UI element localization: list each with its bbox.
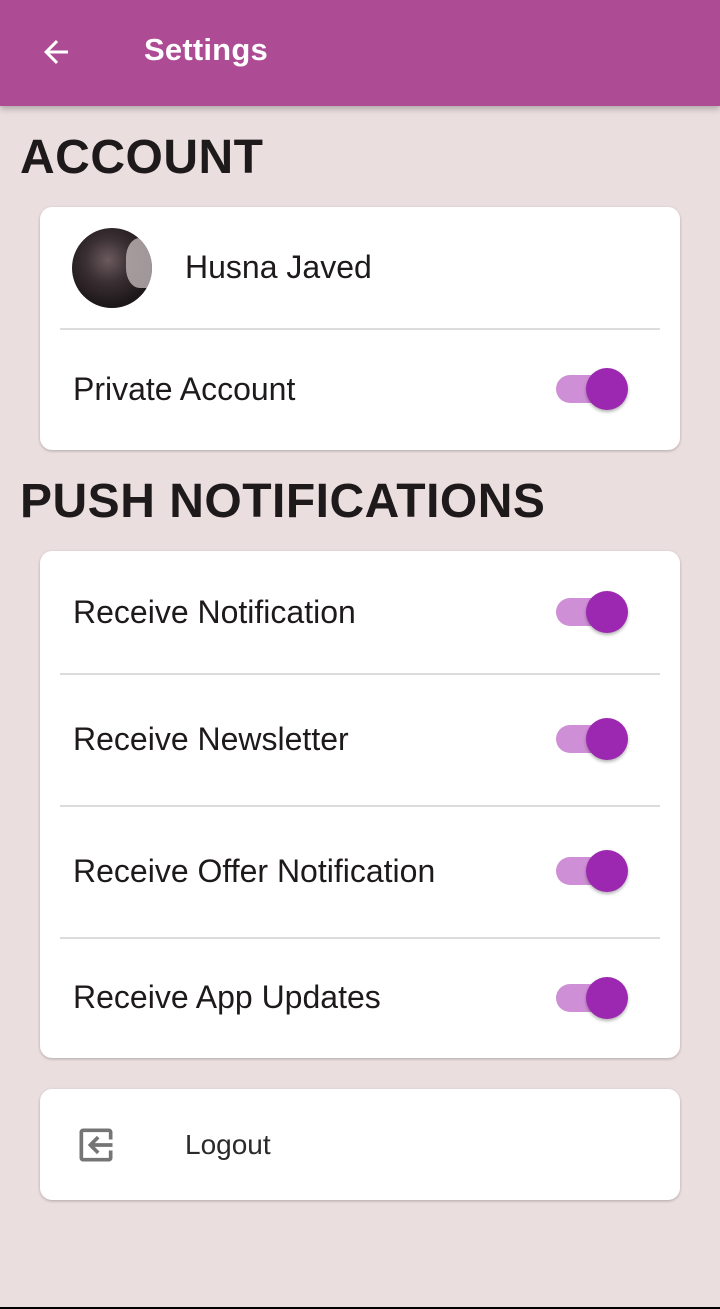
- private-account-switch[interactable]: [556, 368, 628, 410]
- switch-thumb: [586, 368, 628, 410]
- switch-thumb: [586, 718, 628, 760]
- switch-thumb: [586, 976, 628, 1019]
- avatar: [72, 227, 152, 308]
- switch-thumb: [586, 591, 628, 633]
- private-account-row: Private Account: [40, 328, 680, 450]
- receive-notification-switch[interactable]: [556, 591, 628, 633]
- page-title: Settings: [144, 32, 268, 67]
- receive-notification-label: Receive Notification: [73, 593, 356, 630]
- logout-label: Logout: [185, 1128, 271, 1160]
- switch-thumb: [586, 850, 628, 892]
- app-bar: Settings: [0, 0, 720, 106]
- receive-newsletter-row: Receive Newsletter: [40, 673, 680, 805]
- receive-newsletter-switch[interactable]: [556, 718, 628, 760]
- back-button[interactable]: [34, 30, 78, 74]
- receive-newsletter-label: Receive Newsletter: [73, 720, 349, 757]
- push-notifications-heading: PUSH NOTIFICATIONS: [20, 475, 546, 528]
- receive-app-updates-label: Receive App Updates: [73, 979, 381, 1015]
- logout-card[interactable]: Logout: [40, 1089, 680, 1200]
- account-card: Husna Javed Private Account: [40, 207, 680, 450]
- logout-row[interactable]: Logout: [40, 1089, 680, 1200]
- profile-row[interactable]: Husna Javed: [40, 207, 680, 328]
- private-account-label: Private Account: [73, 370, 296, 407]
- receive-offer-notification-label: Receive Offer Notification: [73, 852, 436, 889]
- logout-icon: [79, 1128, 113, 1162]
- arrow-left-icon: [44, 40, 68, 64]
- account-heading: ACCOUNT: [20, 131, 264, 184]
- receive-app-updates-switch[interactable]: [556, 976, 628, 1019]
- receive-app-updates-row: Receive App Updates: [40, 937, 680, 1058]
- receive-offer-notification-row: Receive Offer Notification: [40, 805, 680, 937]
- profile-name: Husna Javed: [185, 249, 372, 285]
- receive-notification-row: Receive Notification: [40, 551, 680, 673]
- receive-offer-notification-switch[interactable]: [556, 850, 628, 892]
- push-notifications-card: Receive Notification Receive Newsletter …: [40, 551, 680, 1058]
